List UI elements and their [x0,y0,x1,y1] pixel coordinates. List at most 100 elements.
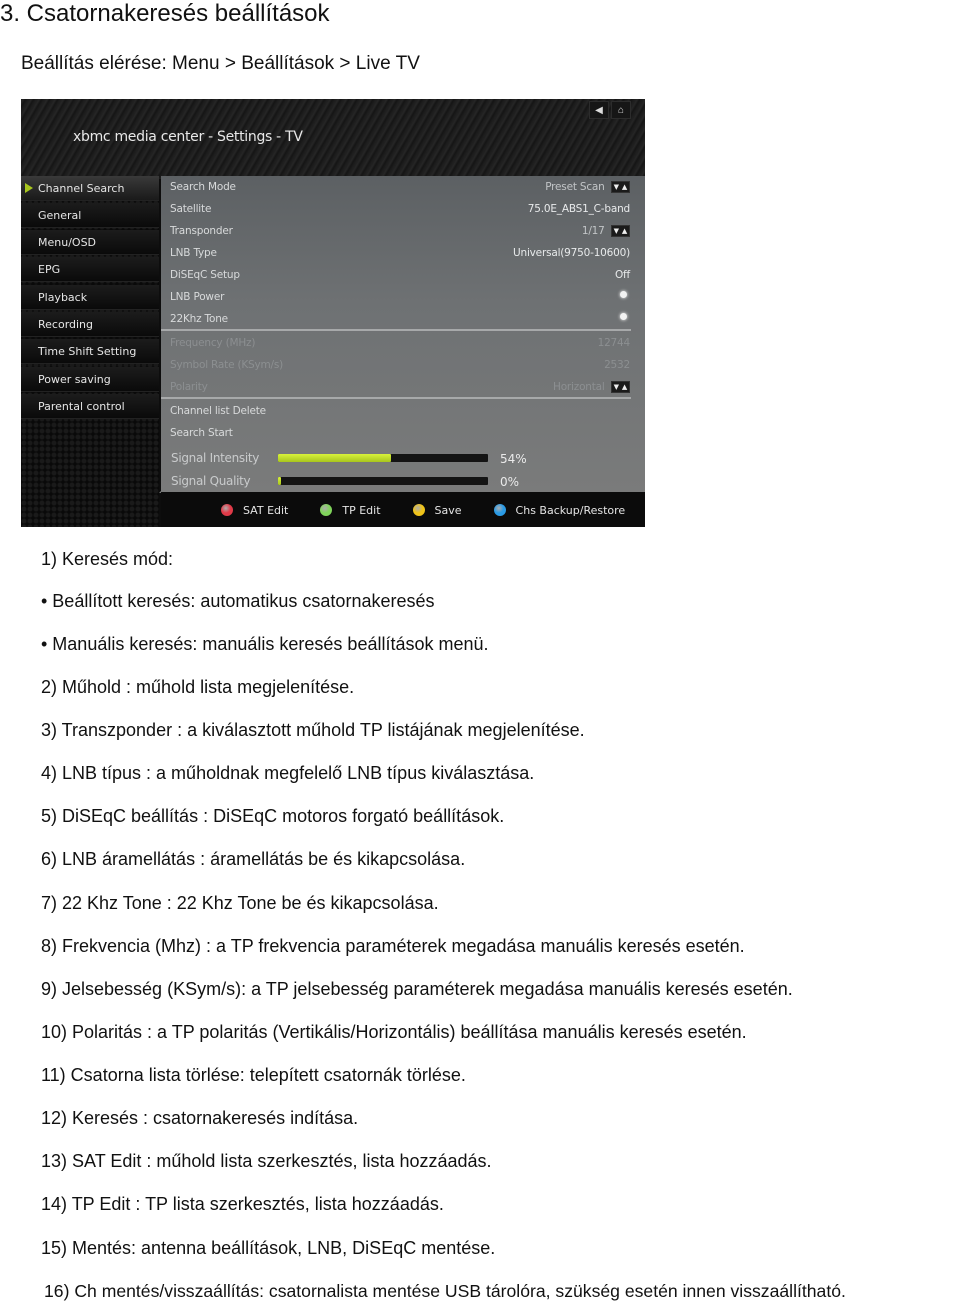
setting-label: DiSEqC Setup [170,269,240,281]
settings-sidebar: Channel Search General Menu/OSD EPG Play… [21,176,159,527]
description-item: 14) TP Edit : TP lista szerkesztés, list… [41,1194,444,1214]
setting-search-start[interactable]: Search Start [170,423,630,445]
save-button[interactable]: Save [412,503,462,517]
description-item: 3) Transzponder : a kiválasztott műhold … [41,720,585,740]
setting-lnb-type[interactable]: LNB Type Universal(9750-10600) [170,243,630,265]
home-icon[interactable]: ⌂ [611,101,631,119]
radio-on-icon[interactable] [620,291,627,298]
window-title: xbmc media center - Settings - TV [73,129,303,145]
signal-quality: Signal Quality 0% [171,471,641,493]
bar-fill [278,454,392,462]
setting-value: 2532 [604,359,630,371]
setting-label: Search Start [170,427,233,439]
signal-quality-bar [278,477,488,485]
window-header: xbmc media center - Settings - TV ◀ ⌂ [21,99,645,179]
description-bullet: • Beállított keresés: automatikus csator… [41,591,435,611]
description-item: 13) SAT Edit : műhold lista szerkesztés,… [41,1151,492,1171]
signal-percent: 54% [500,452,527,466]
sidebar-item-label: EPG [38,262,61,276]
sidebar-item-label: Menu/OSD [38,235,97,249]
description-item: 6) LNB áramellátás : áramellátás be és k… [41,849,466,869]
signal-label: Signal Intensity [171,451,260,465]
description-item: 1) Keresés mód: [41,549,174,569]
button-label: TP Edit [342,503,381,517]
yellow-button-icon [412,504,425,516]
setting-value: Horizontal [553,381,605,393]
signal-intensity: Signal Intensity 54% [171,448,641,470]
setting-value: 12744 [597,337,631,349]
setting-value: 75.0E_ABS1_C-band [527,203,630,215]
description-item: 4) LNB típus : a műholdnak megfelelő LNB… [41,763,535,783]
spinner[interactable]: ▼ ▲ [610,225,630,237]
signal-percent: 0% [500,475,520,489]
tp-edit-button[interactable]: TP Edit [320,503,381,517]
setting-polarity[interactable]: Polarity Horizontal ▼ ▲ [170,377,630,399]
arrow-up-icon[interactable]: ▲ [622,182,627,192]
setting-label: LNB Power [170,291,225,303]
button-label: Save [434,503,462,517]
arrow-up-icon[interactable]: ▲ [622,382,627,392]
sidebar-item-time-shift-setting[interactable]: Time Shift Setting [21,339,159,364]
arrow-down-icon[interactable]: ▼ [614,226,619,236]
setting-label: Satellite [170,203,212,215]
setting-label: 22Khz Tone [170,313,228,325]
setting-satellite[interactable]: Satellite 75.0E_ABS1_C-band [170,199,630,221]
setting-label: LNB Type [170,247,217,259]
description-item: 15) Mentés: antenna beállítások, LNB, Di… [41,1238,496,1258]
green-button-icon [320,504,333,516]
sidebar-item-channel-search[interactable]: Channel Search [21,176,159,201]
setting-label: Channel list Delete [170,405,266,417]
xbmc-settings-screenshot: xbmc media center - Settings - TV ◀ ⌂ Ch… [21,99,645,527]
description-item: 12) Keresés : csatornakeresés indítása. [41,1108,359,1128]
sat-edit-button[interactable]: SAT Edit [221,504,288,517]
arrow-down-icon[interactable]: ▼ [614,182,619,192]
setting-label: Symbol Rate (KSym/s) [170,359,284,371]
button-label: SAT Edit [243,503,289,517]
sidebar-item-recording[interactable]: Recording [21,312,159,337]
chs-backup-restore-button[interactable]: Chs Backup/Restore [493,503,626,517]
red-button-icon [221,504,233,516]
spinner[interactable]: ▼ ▲ [610,181,630,193]
separator [161,329,631,331]
setting-lnb-power[interactable]: LNB Power [170,287,630,309]
setting-label: Frequency (MHz) [170,337,256,349]
setting-diseqc-setup[interactable]: DiSEqC Setup Off [170,265,630,287]
sidebar-item-label: Power saving [38,372,111,386]
signal-intensity-bar [278,454,488,462]
description-item: 11) Csatorna lista törlése: telepített c… [41,1065,466,1085]
setting-label: Transponder [170,225,233,237]
description-item: 10) Polaritás : a TP polaritás (Vertikál… [41,1022,747,1042]
setting-22khz-tone[interactable]: 22Khz Tone [170,309,630,331]
arrow-up-icon[interactable]: ▲ [622,226,627,236]
setting-symbol-rate[interactable]: Symbol Rate (KSym/s) 2532 [170,355,630,377]
sidebar-item-parental-control[interactable]: Parental control [21,394,159,419]
setting-transponder[interactable]: Transponder 1/17 ▼ ▲ [170,221,630,243]
sidebar-item-label: Parental control [38,399,125,413]
sidebar-item-power-saving[interactable]: Power saving [21,367,159,392]
description-item: 2) Műhold : műhold lista megjelenítése. [41,677,355,697]
sidebar-item-general[interactable]: General [21,203,159,228]
signal-label: Signal Quality [171,474,251,488]
sidebar-item-playback[interactable]: Playback [21,285,159,310]
sidebar-item-label: General [38,208,82,222]
setting-frequency[interactable]: Frequency (MHz) 12744 [170,333,630,355]
description-bullet: • Manuális keresés: manuális keresés beá… [41,634,489,654]
sidebar-item-epg[interactable]: EPG [21,257,159,282]
setting-value: 1/17 [581,225,605,237]
spinner[interactable]: ▼ ▲ [610,381,630,393]
sidebar-item-label: Playback [38,290,88,304]
description-item: 7) 22 Khz Tone : 22 Khz Tone be és kikap… [41,893,439,913]
document-title: 3. Csatornakeresés beállítások [0,0,330,27]
radio-on-icon[interactable] [620,313,627,320]
setting-channel-list-delete[interactable]: Channel list Delete [170,401,630,423]
button-label: Chs Backup/Restore [515,503,626,517]
sidebar-item-menu-osd[interactable]: Menu/OSD [21,230,159,255]
back-icon[interactable]: ◀ [589,101,609,119]
description-item: 9) Jelsebesség (KSym/s): a TP jelsebessé… [41,979,793,999]
setting-search-mode[interactable]: Search Mode Preset Scan ▼ ▲ [170,177,630,199]
setting-value: Universal(9750-10600) [513,247,630,259]
description-item: 5) DiSEqC beállítás : DiSEqC motoros for… [41,806,505,826]
arrow-down-icon[interactable]: ▼ [614,382,619,392]
sidebar-item-label: Channel Search [38,181,125,195]
sidebar-item-label: Recording [38,317,94,331]
